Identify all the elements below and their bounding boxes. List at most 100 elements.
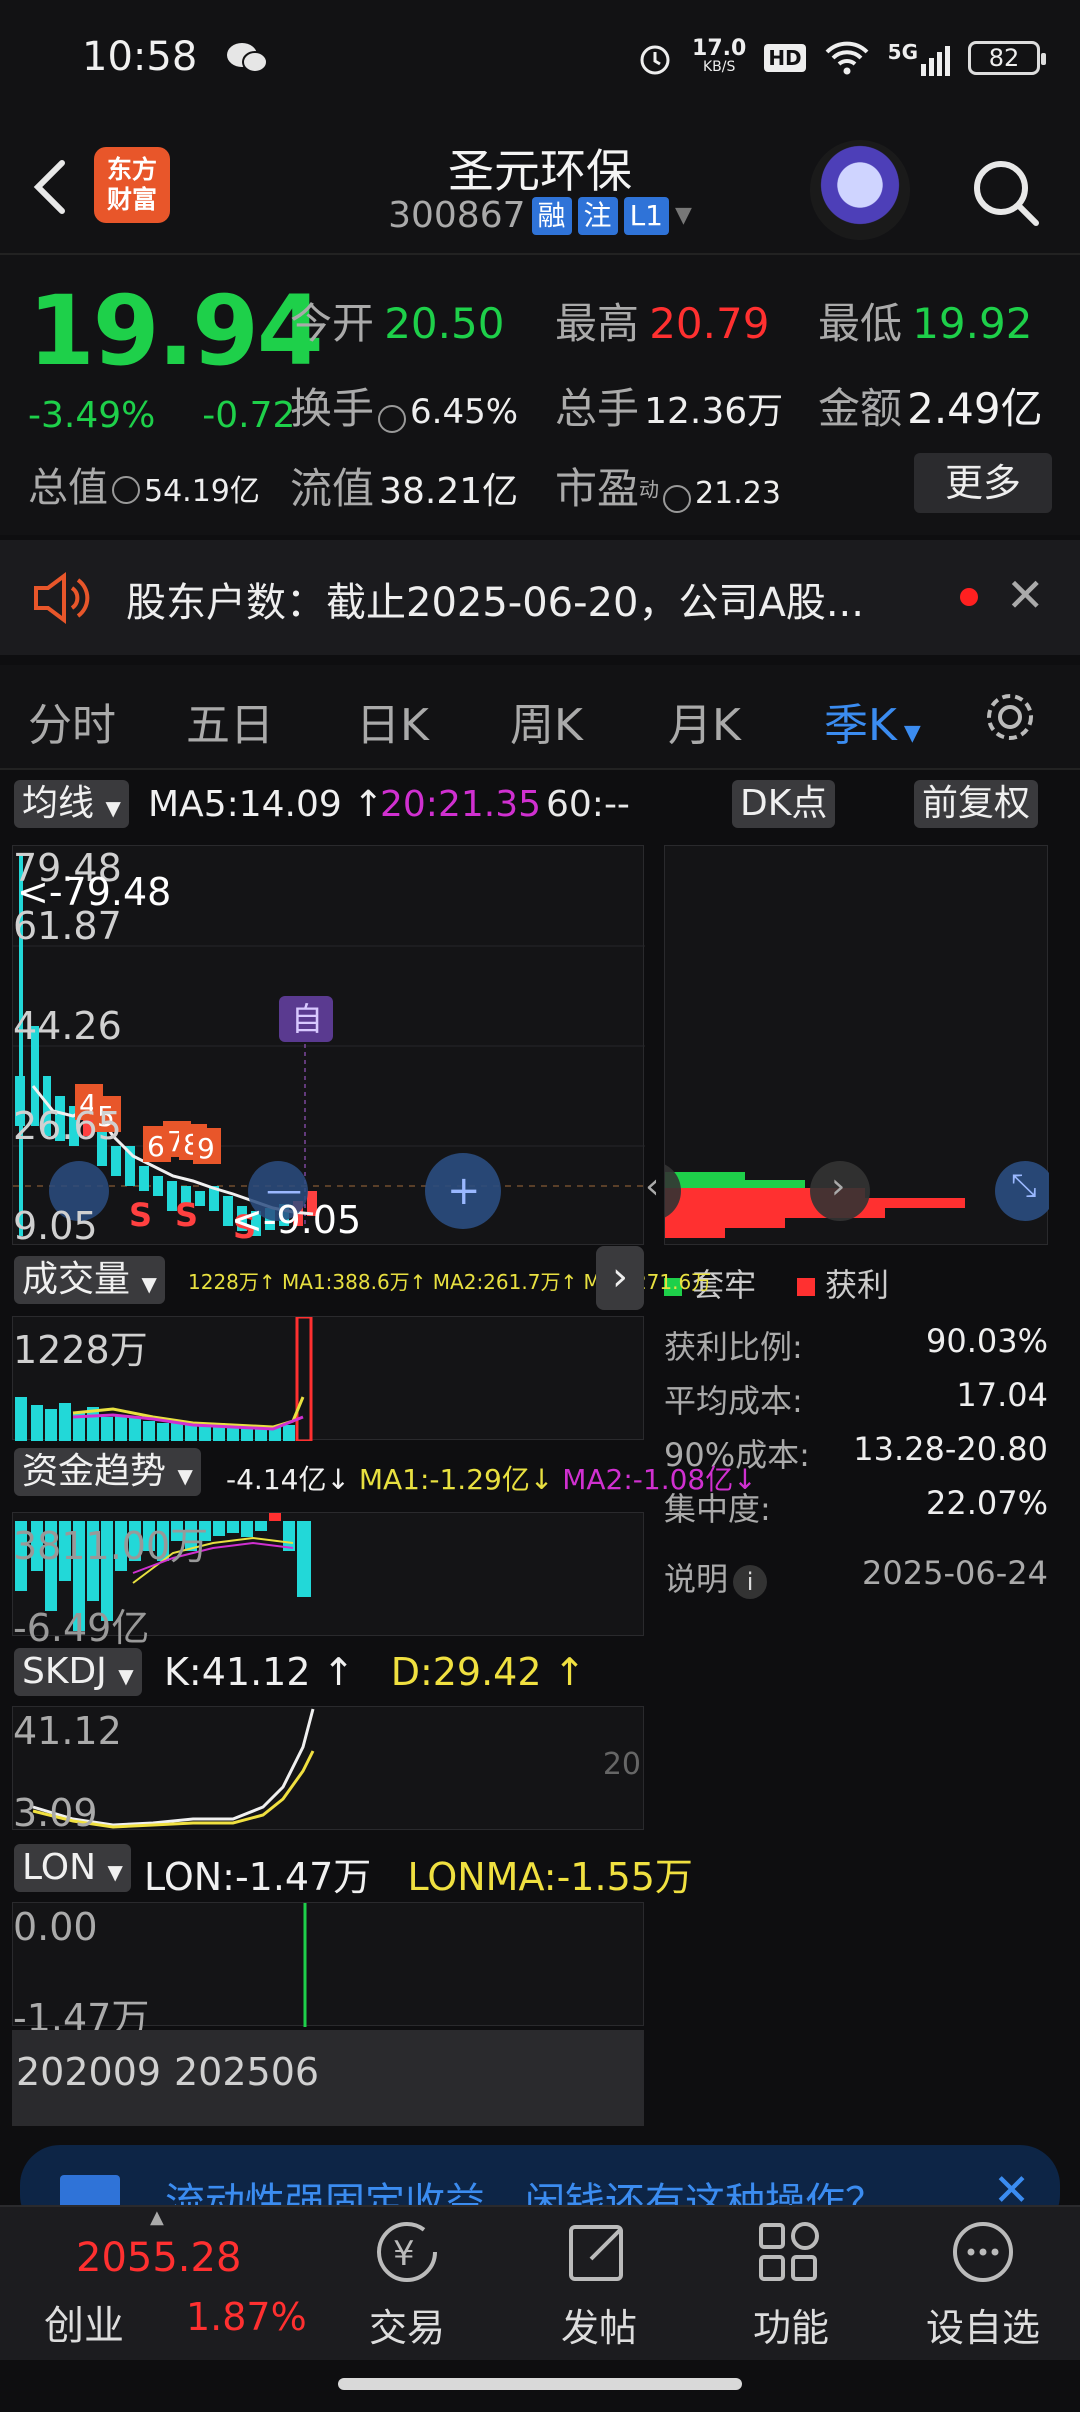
stock-name: 圣元环保 xyxy=(448,144,632,198)
volume-selector[interactable]: 成交量 ▼ xyxy=(14,1256,165,1304)
period-tabs: 分时 五日 日K 周K 月K 季K ▼ xyxy=(0,665,1080,770)
skdj-top-label: 41.12 xyxy=(13,1709,122,1753)
status-time: 10:58 xyxy=(82,34,198,80)
tab-weekly-k[interactable]: 周K xyxy=(510,689,583,753)
index-widget[interactable]: ▲ 2055.28 创业 1.87% xyxy=(0,2207,320,2362)
nav-trade[interactable]: ¥ 交易 xyxy=(332,2217,482,2352)
y-label-bottom: 9.05 xyxy=(13,1204,98,1248)
fund-trend-selector[interactable]: 资金趋势 ▼ xyxy=(14,1448,201,1496)
signal-icon: 5G xyxy=(888,40,950,76)
ma20-value: 20:21.35 xyxy=(380,784,541,825)
chip-next-icon[interactable]: › xyxy=(831,1166,845,1207)
market-cap[interactable]: 总值 54.19亿 xyxy=(28,455,260,513)
time-axis: 202009 202506 xyxy=(12,2030,644,2126)
lon-selector[interactable]: LON ▼ xyxy=(14,1844,131,1892)
ma-selector[interactable]: 均线 ▼ xyxy=(14,780,129,828)
more-button[interactable]: 更多 xyxy=(914,453,1052,513)
x-label-start: 202009 xyxy=(16,2050,162,2094)
open-value: 20.50 xyxy=(384,299,505,348)
svg-text:S: S xyxy=(129,1196,152,1234)
info-icon xyxy=(663,484,692,513)
turnover-value: 6.45% xyxy=(410,392,519,432)
index-name: 创业 xyxy=(44,2303,124,2349)
nav-functions[interactable]: 功能 xyxy=(716,2217,866,2352)
more-dots-icon xyxy=(953,2222,1013,2282)
pe-field[interactable]: 市盈动 21.23 xyxy=(555,455,781,516)
tab-intraday[interactable]: 分时 xyxy=(28,689,116,753)
change-percent: -3.49% xyxy=(28,395,156,436)
close-icon[interactable]: ✕ xyxy=(1006,568,1045,622)
dropdown-triangle-icon: ▼ xyxy=(674,203,692,228)
min-marker: <-9.05 xyxy=(231,1198,362,1242)
fund-bottom-label: -6.49亿 xyxy=(13,1606,150,1650)
tab-daily-k[interactable]: 日K xyxy=(356,689,429,753)
fund-value: -4.14亿↓ xyxy=(226,1463,350,1496)
wechat-icon xyxy=(227,43,268,73)
y-label-4: 26.65 xyxy=(13,1104,122,1148)
stock-code-row[interactable]: 300867 融 注 L1 ▼ xyxy=(0,195,1080,236)
index-percent: 1.87% xyxy=(186,2295,307,2339)
kline-chart[interactable]: — + 4 5 6 7 8 9 S S S 79.48 61.87 44.26 … xyxy=(12,845,645,1248)
nav-post[interactable]: 发帖 xyxy=(524,2217,674,2352)
volume-field: 总手 12.36万 xyxy=(555,375,783,436)
nav-add-watchlist[interactable]: 设自选 xyxy=(908,2217,1058,2352)
robot-assistant-icon[interactable] xyxy=(810,140,910,240)
svg-text:¥: ¥ xyxy=(393,2234,415,2274)
quote-panel: 19.94 -3.49% -0.72 总值 54.19亿 今开 20.50 最高 … xyxy=(0,255,1080,535)
info-icon xyxy=(112,476,140,504)
margin-tag: 融 xyxy=(531,196,572,235)
news-text: 股东户数：截止2025-06-20，公司A股... xyxy=(126,580,864,626)
volume-value: 12.36万 xyxy=(644,391,784,432)
turnover-field[interactable]: 换手 6.45% xyxy=(290,375,518,436)
float-value: 38.21亿 xyxy=(379,471,519,512)
pe-sup: 动 xyxy=(639,477,660,502)
max-marker: <-79.48 xyxy=(17,870,172,914)
volume-label: 总手 xyxy=(555,384,640,433)
dk-button[interactable]: DK点 xyxy=(732,780,836,828)
open-label: 今开 xyxy=(290,299,375,348)
fund-ma2: MA2:-1.08亿↓ xyxy=(562,1463,757,1496)
hd-icon: HD xyxy=(764,44,806,72)
chevron-right-icon[interactable]: › xyxy=(596,1246,644,1310)
chip-note[interactable]: 说明 i xyxy=(664,1554,768,1608)
skdj-selector[interactable]: SKDJ ▼ xyxy=(14,1648,142,1696)
chip-distribution-chart[interactable]: ‹ › ⤡ xyxy=(645,845,1049,1245)
turnover-label: 换手 xyxy=(290,384,375,433)
level-tag: L1 xyxy=(623,196,669,235)
ma60-value: 60:-- xyxy=(546,784,630,825)
float-label: 流值 xyxy=(290,464,375,513)
adjust-button[interactable]: 前复权 xyxy=(914,780,1039,828)
index-value: 2055.28 xyxy=(76,2235,242,2281)
expand-icon[interactable]: ⤡ xyxy=(1011,1166,1037,1205)
skdj-d: D:29.42 ↑ xyxy=(390,1650,586,1694)
tab-monthly-k[interactable]: 月K xyxy=(668,689,741,753)
x-label-end: 202506 xyxy=(174,2050,320,2094)
legend-profit: 获利 xyxy=(825,1266,890,1304)
gear-icon[interactable] xyxy=(980,687,1040,747)
high-label: 最高 xyxy=(555,299,640,348)
lon-value: LON:-1.47万 xyxy=(144,1855,372,1899)
skdj-k: K:41.12 ↑ xyxy=(164,1650,355,1694)
tab-quarterly-k[interactable]: 季K ▼ xyxy=(824,689,921,753)
svg-text:6: 6 xyxy=(147,1130,165,1163)
price-change: -3.49% -0.72 xyxy=(28,395,295,436)
amount-label: 金额 xyxy=(818,384,903,433)
market-cap-label: 总值 xyxy=(28,465,108,511)
stat-label: 获利比例: xyxy=(664,1328,803,1366)
grid-icon xyxy=(759,2222,819,2281)
tab-five-day[interactable]: 五日 xyxy=(186,689,274,753)
fund-ma1: MA1:-1.29亿↓ xyxy=(358,1463,554,1496)
lon-top-label: 0.00 xyxy=(13,1905,98,1949)
info-icon xyxy=(378,404,407,433)
svg-text:+: + xyxy=(447,1168,481,1214)
lon-values: LON:-1.47万 LONMA:-1.55万 xyxy=(144,1846,693,1901)
ma5-value: MA5:14.09 ↑ xyxy=(148,784,384,825)
change-amount: -0.72 xyxy=(202,395,296,436)
chip-prev-icon[interactable]: ‹ xyxy=(645,1166,659,1207)
search-icon[interactable] xyxy=(966,153,1046,233)
stat-value: 22.07% xyxy=(925,1484,1048,1522)
edit-icon xyxy=(569,2225,623,2281)
news-ticker[interactable]: 股东户数：截止2025-06-20，公司A股... ✕ xyxy=(0,540,1080,655)
home-indicator[interactable] xyxy=(338,2378,742,2390)
self-select-marker[interactable]: 自 xyxy=(291,994,323,1040)
